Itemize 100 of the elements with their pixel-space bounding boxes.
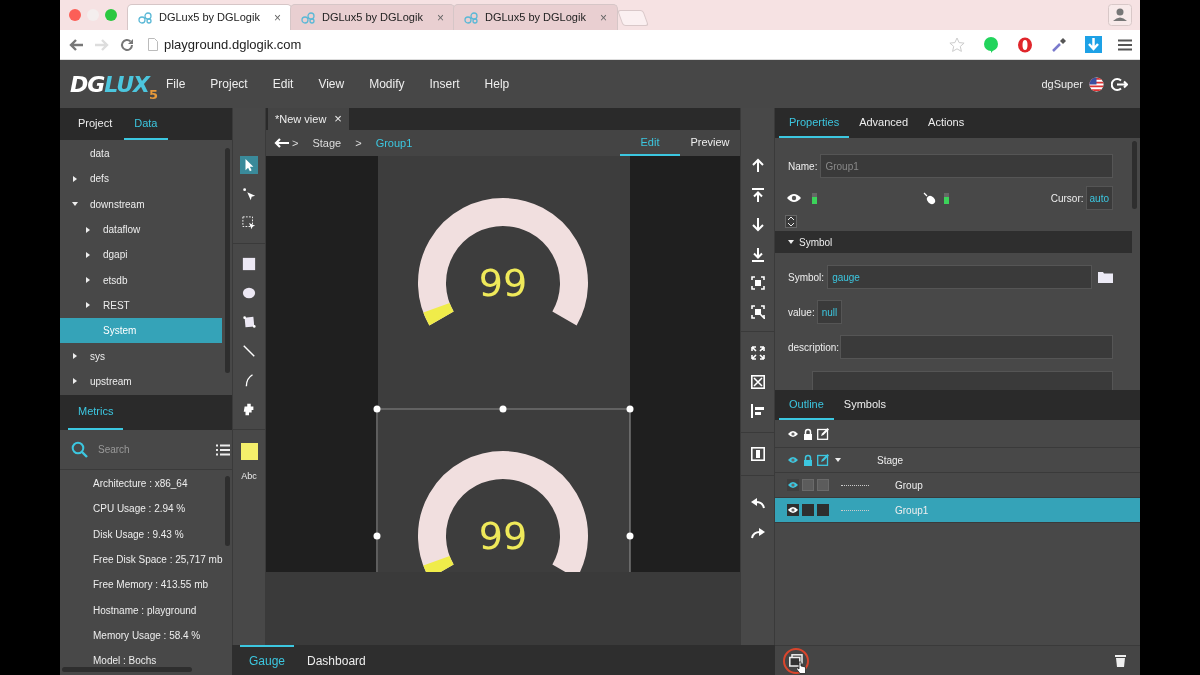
breadcrumb-link[interactable]: Group1 — [375, 134, 413, 152]
collapsed-arrow-icon[interactable] — [85, 277, 91, 284]
letter-o-icon[interactable] — [1017, 36, 1033, 53]
frame-icon[interactable] — [750, 276, 765, 290]
menu-item[interactable]: Help — [484, 75, 510, 93]
resize-handle[interactable] — [626, 405, 634, 413]
expanded-arrow-icon[interactable] — [835, 457, 841, 463]
send-to-back-icon[interactable] — [751, 248, 764, 262]
star-icon[interactable] — [949, 36, 965, 53]
tree-item[interactable]: dataflow — [60, 216, 222, 243]
close-tab-button[interactable]: × — [600, 8, 607, 27]
align-left-icon[interactable] — [750, 404, 765, 418]
tab[interactable]: Symbols — [833, 390, 897, 420]
collapsed-arrow-icon[interactable] — [85, 251, 91, 258]
undo-icon[interactable] — [750, 498, 765, 509]
tool-button[interactable] — [240, 313, 258, 331]
trash-icon[interactable] — [1115, 654, 1126, 667]
tab[interactable]: Data — [124, 108, 168, 140]
toggle[interactable] — [944, 192, 949, 204]
arrow-up-icon[interactable] — [751, 158, 764, 172]
expanded-arrow-icon[interactable] — [72, 201, 78, 208]
symbol-field[interactable]: gauge — [827, 265, 1092, 289]
resize-handle[interactable] — [499, 405, 507, 413]
frame-icon[interactable] — [750, 305, 765, 319]
menu-item[interactable]: View — [318, 75, 345, 93]
collapsed-arrow-icon[interactable] — [72, 175, 78, 182]
section-header[interactable]: Symbol — [775, 231, 1132, 253]
gauge[interactable] — [418, 198, 588, 326]
close-tab-button[interactable]: × — [274, 8, 281, 27]
editor-tab[interactable]: *New view × — [268, 108, 349, 130]
resize-handle[interactable] — [626, 532, 634, 540]
tree-item[interactable]: downstream — [60, 191, 222, 217]
copy-icon[interactable] — [789, 654, 803, 667]
edit-toggle[interactable] — [817, 479, 829, 491]
folder-icon[interactable] — [1098, 271, 1113, 283]
scrollbar[interactable] — [225, 148, 230, 373]
eye-icon[interactable] — [787, 504, 799, 516]
tree-item[interactable]: data — [60, 141, 222, 167]
bring-to-front-icon[interactable] — [751, 188, 764, 202]
close-tab-button[interactable]: × — [334, 109, 342, 129]
back-arrow-icon[interactable] — [274, 138, 289, 148]
address-field[interactable]: playground.dglogik.com — [164, 34, 302, 55]
breadcrumb-link[interactable]: Stage — [312, 134, 342, 152]
eyedropper-icon[interactable] — [1051, 36, 1067, 53]
bottom-tab[interactable]: Gauge — [240, 645, 295, 675]
mode-tab[interactable]: Preview — [680, 130, 740, 156]
menu-item[interactable]: Project — [210, 75, 248, 93]
redo-icon[interactable] — [750, 528, 765, 539]
menu-item[interactable]: File — [166, 75, 186, 93]
lock-toggle[interactable] — [802, 479, 814, 491]
tab[interactable]: Project — [68, 108, 123, 140]
arrow-down-icon[interactable] — [751, 218, 764, 232]
cursor-field[interactable]: auto — [1085, 186, 1113, 210]
scrollbar[interactable] — [62, 667, 192, 672]
tree-item[interactable]: REST — [60, 292, 222, 319]
menu-icon[interactable] — [1118, 38, 1132, 51]
tree-item[interactable]: defs — [60, 166, 222, 192]
profile-icon[interactable] — [1108, 4, 1132, 26]
tab[interactable]: Properties — [779, 108, 850, 138]
lock-icon[interactable] — [802, 454, 814, 466]
browser-tab[interactable]: DGLux5 by DGLogik × — [453, 4, 618, 30]
color-swatch[interactable] — [240, 443, 258, 460]
tool-button[interactable] — [240, 214, 258, 232]
tab[interactable]: Actions — [918, 108, 975, 138]
collapsed-arrow-icon[interactable] — [85, 302, 91, 309]
scrollbar[interactable] — [225, 476, 230, 546]
description-field[interactable] — [840, 335, 1113, 359]
toggle[interactable] — [812, 192, 817, 204]
lock-icon[interactable] — [802, 427, 814, 440]
center-icon[interactable] — [750, 447, 765, 461]
expand-icon[interactable] — [750, 346, 765, 360]
tree-item[interactable]: dgapi — [60, 242, 222, 268]
close-tab-button[interactable]: × — [437, 8, 444, 27]
browser-tab[interactable]: DGLux5 by DGLogik × — [127, 4, 292, 30]
tab[interactable]: Outline — [779, 390, 834, 420]
collapsed-arrow-icon[interactable] — [72, 378, 78, 385]
edit-icon[interactable] — [817, 454, 829, 466]
tool-button[interactable] — [240, 185, 258, 203]
fit-icon[interactable] — [750, 375, 765, 389]
user-name[interactable]: dgSuper — [1041, 75, 1083, 93]
tree-item[interactable]: upstream — [60, 368, 222, 394]
browser-tab[interactable]: DGLux5 by DGLogik × — [290, 4, 455, 30]
search-field[interactable]: Search — [98, 442, 208, 457]
tree-item[interactable]: sys — [60, 343, 222, 369]
resize-handle[interactable] — [373, 532, 381, 540]
value-field[interactable]: null — [816, 300, 843, 324]
outline-row[interactable]: Stage — [775, 448, 1140, 473]
download-icon[interactable] — [1085, 36, 1102, 53]
stepper-icon[interactable] — [785, 215, 797, 228]
list-icon[interactable] — [216, 443, 230, 456]
reload-icon[interactable] — [120, 37, 134, 52]
bottom-tab[interactable]: Dashboard — [298, 645, 375, 675]
scrollbar[interactable] — [1132, 141, 1137, 209]
edit-toggle[interactable] — [817, 504, 829, 516]
logout-icon[interactable] — [1111, 76, 1128, 92]
tab[interactable]: Advanced — [849, 108, 919, 138]
input-field[interactable] — [812, 371, 1113, 390]
tree-item[interactable]: etsdb — [60, 267, 222, 293]
resize-handle[interactable] — [373, 405, 381, 413]
tool-button[interactable] — [240, 255, 258, 273]
